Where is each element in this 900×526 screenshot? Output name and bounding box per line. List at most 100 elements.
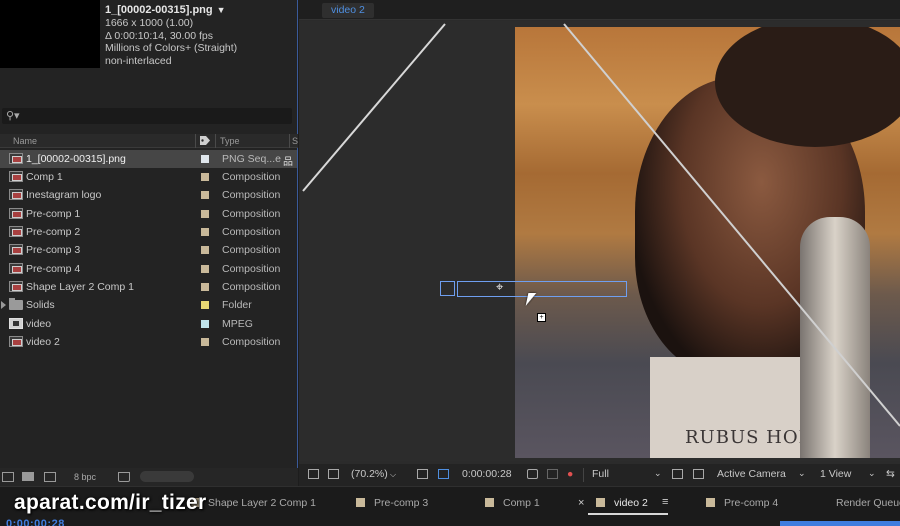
flowchart-icon[interactable]: 品 xyxy=(283,153,293,168)
snapshot-camera-icon[interactable] xyxy=(527,469,538,479)
label-color-swatch[interactable] xyxy=(201,283,209,291)
viewer-tab-bar: video 2 xyxy=(299,0,900,20)
new-composition-icon[interactable] xyxy=(44,472,56,482)
new-folder-icon[interactable] xyxy=(22,472,34,481)
label-color-swatch[interactable] xyxy=(201,228,209,236)
column-name[interactable]: Name xyxy=(13,136,37,146)
composition-icon xyxy=(9,281,23,292)
chevron-down-icon[interactable]: ⌄ xyxy=(868,468,876,479)
project-panel-footer: 8 bpc xyxy=(0,468,298,486)
show-snapshot-icon[interactable] xyxy=(547,469,558,479)
project-item[interactable]: Pre-comp 1 Composition xyxy=(0,205,297,223)
chevron-down-icon[interactable]: ⌄ xyxy=(654,468,662,479)
expand-twirl-icon[interactable] xyxy=(1,301,6,309)
column-divider[interactable] xyxy=(195,134,196,148)
selected-item-title[interactable]: 1_[00002-00315].png ▼ xyxy=(105,4,226,16)
label-color-swatch[interactable] xyxy=(201,173,209,181)
grid-guide-icon[interactable] xyxy=(417,469,428,479)
item-name: Shape Layer 2 Comp 1 xyxy=(26,281,134,293)
tab-video-2[interactable]: video 2 xyxy=(596,497,648,509)
label-color-swatch[interactable] xyxy=(201,191,209,199)
item-name: Solids xyxy=(26,299,55,311)
toggle-pixel-aspect-icon[interactable]: ⇆ xyxy=(886,468,895,480)
mask-visibility-icon[interactable] xyxy=(438,469,449,479)
column-divider[interactable] xyxy=(289,134,290,148)
chevron-down-icon[interactable]: ⌄ xyxy=(798,468,806,479)
project-item[interactable]: Comp 1 Composition xyxy=(0,168,297,186)
project-item[interactable]: video 2 Composition xyxy=(0,333,297,351)
item-name: video xyxy=(26,318,52,330)
label-color-swatch[interactable] xyxy=(201,320,209,328)
column-size[interactable]: S xyxy=(292,136,298,146)
item-name: Pre-comp 3 xyxy=(26,244,81,256)
column-type[interactable]: Type xyxy=(220,136,240,146)
motion-path-line[interactable] xyxy=(302,23,446,192)
tab-shape-layer-2-comp-1[interactable]: Shape Layer 2 Comp 1 xyxy=(190,497,316,509)
tab-comp-1[interactable]: Comp 1 xyxy=(485,497,540,509)
column-divider[interactable] xyxy=(215,134,216,148)
composition-viewer: video 2 RUBUS HOB ⌖ + (70.2%) 0:00:00:28… xyxy=(299,0,900,486)
dropdown-arrow-icon[interactable]: ▼ xyxy=(217,5,226,15)
work-area-bar[interactable] xyxy=(780,521,900,526)
tab-render-queue[interactable]: Render Queue xyxy=(836,497,900,509)
label-color-swatch[interactable] xyxy=(201,338,209,346)
timeline-current-time[interactable]: 0:00:00:28 xyxy=(6,518,65,526)
interpret-footage-icon[interactable] xyxy=(2,472,14,482)
bit-depth-button[interactable]: 8 bpc xyxy=(74,472,96,482)
composition-icon xyxy=(9,171,23,182)
item-type: Composition xyxy=(222,244,281,256)
project-search-input[interactable]: ⚲▾ xyxy=(2,108,292,124)
resolution-dropdown[interactable]: Full xyxy=(592,468,609,480)
viewer-toolbar: (70.2%) 0:00:00:28 ● Full ⌄ Active Camer… xyxy=(299,464,900,486)
current-time-display[interactable]: 0:00:00:28 xyxy=(462,468,512,480)
region-of-interest-icon[interactable] xyxy=(672,469,683,479)
info-dimensions: 1666 x 1000 (1.00) xyxy=(105,17,194,29)
monitor-icon[interactable] xyxy=(328,469,339,479)
label-color-swatch[interactable] xyxy=(201,301,209,309)
anchor-point-icon[interactable]: ⌖ xyxy=(496,279,503,295)
label-color-swatch[interactable] xyxy=(201,155,209,163)
item-type: Composition xyxy=(222,336,281,348)
tab-pre-comp-3[interactable]: Pre-comp 3 xyxy=(356,497,428,509)
cursor-plus-badge-icon: + xyxy=(537,313,546,322)
horizontal-scrollbar[interactable] xyxy=(140,471,194,482)
bounding-handle[interactable] xyxy=(440,281,455,296)
info-colors: Millions of Colors+ (Straight) xyxy=(105,42,238,54)
motion-path-line[interactable] xyxy=(563,23,900,427)
project-column-header: Name Type S xyxy=(0,134,298,148)
always-preview-icon[interactable] xyxy=(308,469,319,479)
label-color-swatch[interactable] xyxy=(201,265,209,273)
camera-view-dropdown[interactable]: Active Camera xyxy=(717,468,786,480)
panel-menu-icon[interactable]: ≡ xyxy=(662,496,668,508)
tab-pre-comp-4[interactable]: Pre-comp 4 xyxy=(706,497,778,509)
label-color-swatch[interactable] xyxy=(201,210,209,218)
label-color-swatch[interactable] xyxy=(201,246,209,254)
project-item[interactable]: Pre-comp 3 Composition xyxy=(0,241,297,259)
composition-canvas[interactable]: RUBUS HOB ⌖ + xyxy=(299,21,900,461)
item-type: Composition xyxy=(222,226,281,238)
folder-icon xyxy=(9,298,23,310)
item-type: Composition xyxy=(222,263,281,275)
shape-path-overlay[interactable] xyxy=(299,21,900,461)
label-tag-icon[interactable] xyxy=(199,135,211,146)
magnification-dropdown[interactable]: (70.2%) xyxy=(351,468,396,480)
color-channels-icon[interactable]: ● xyxy=(567,468,573,480)
view-layout-dropdown[interactable]: 1 View xyxy=(820,468,851,480)
info-interlace: non-interlaced xyxy=(105,55,172,67)
project-item[interactable]: Shape Layer 2 Comp 1 Composition xyxy=(0,278,297,296)
project-item[interactable]: 1_[00002-00315].png PNG Seq...e 品 xyxy=(0,150,297,168)
project-item[interactable]: Pre-comp 4 Composition xyxy=(0,260,297,278)
project-item[interactable]: Pre-comp 2 Composition xyxy=(0,223,297,241)
project-item[interactable]: Solids Folder xyxy=(0,296,297,314)
tab-composition-video-2[interactable]: video 2 xyxy=(322,3,374,18)
item-type: Composition xyxy=(222,281,281,293)
composition-icon xyxy=(9,336,23,347)
trash-icon[interactable] xyxy=(118,472,130,482)
project-item[interactable]: video MPEG xyxy=(0,315,297,333)
layer-bounding-box[interactable] xyxy=(457,281,627,297)
close-tab-icon[interactable]: × xyxy=(578,497,584,509)
composition-color-icon xyxy=(356,498,365,507)
item-type: MPEG xyxy=(222,318,253,330)
transparency-grid-icon[interactable] xyxy=(693,469,704,479)
project-item[interactable]: Inestagram logo Composition xyxy=(0,186,297,204)
